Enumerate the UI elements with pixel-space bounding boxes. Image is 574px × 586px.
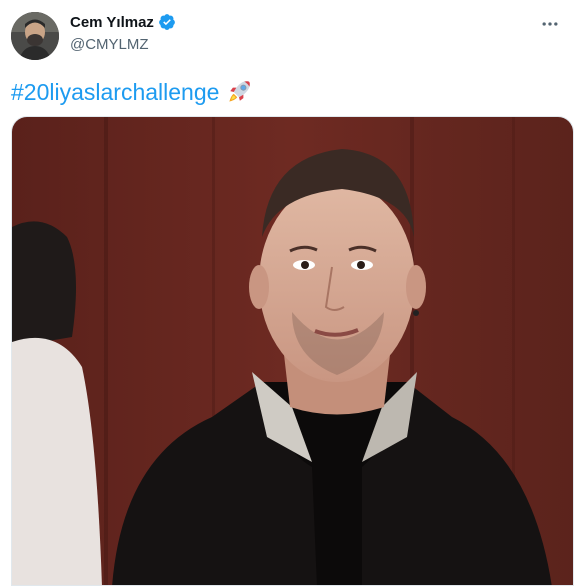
tweet-text: #20liyaslarchallenge — [11, 78, 253, 106]
more-options-button[interactable] — [538, 12, 562, 36]
author-handle[interactable]: @CMYLMZ — [70, 36, 149, 53]
more-options-icon — [542, 22, 558, 26]
verified-badge-icon — [159, 14, 175, 30]
author-name-row[interactable]: Cem Yılmaz — [70, 13, 176, 31]
rocket-emoji — [229, 81, 251, 102]
tweet-card: Cem Yılmaz @CMYLMZ #20liyaslarchallenge — [0, 0, 574, 586]
photo-image — [12, 117, 573, 585]
avatar[interactable] — [11, 12, 59, 60]
tweet-photo[interactable] — [11, 116, 574, 586]
avatar-portrait-image — [11, 12, 59, 60]
hashtag-link[interactable]: #20liyaslarchallenge — [11, 79, 219, 106]
display-name[interactable]: Cem Yılmaz — [70, 14, 154, 31]
